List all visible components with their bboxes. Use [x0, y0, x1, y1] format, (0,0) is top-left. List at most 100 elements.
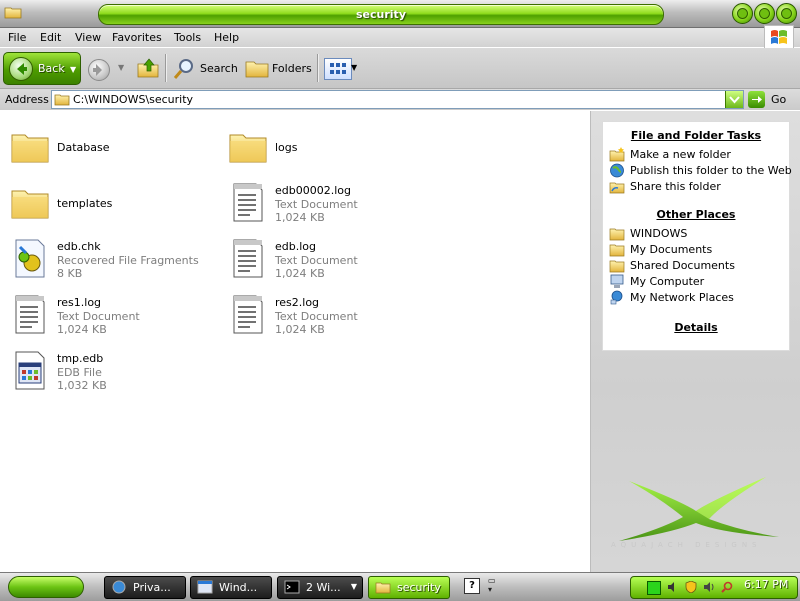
start-button[interactable]	[8, 576, 84, 598]
up-folder-icon[interactable]	[137, 57, 159, 79]
place-windows-link[interactable]: WINDOWS	[609, 226, 787, 242]
maximize-icon	[759, 8, 770, 19]
folders-icon[interactable]	[245, 58, 269, 78]
search-icon[interactable]	[721, 581, 733, 593]
menu-file[interactable]: File	[8, 31, 26, 44]
taskbar-button-windows[interactable]: Wind...	[190, 576, 272, 599]
taskbar: Priva... Wind... 2 Wi... ▼ security ? ▭ ▾	[0, 572, 800, 601]
text-document-icon	[15, 295, 45, 334]
file-name: templates	[57, 197, 113, 210]
list-item[interactable]: edb.log Text Document 1,024 KB	[220, 231, 430, 280]
folder-icon	[11, 134, 49, 163]
menu-help[interactable]: Help	[214, 31, 239, 44]
list-item[interactable]: logs	[220, 119, 430, 167]
text-document-icon	[233, 183, 263, 222]
chevron-down-icon[interactable]: ▼	[118, 63, 124, 72]
task-label: Make a new folder	[630, 148, 731, 161]
share-folder-link[interactable]: Share this folder	[609, 179, 787, 195]
file-type: Recovered File Fragments	[57, 254, 199, 267]
list-item[interactable]: Database	[2, 119, 212, 167]
menu-edit[interactable]: Edit	[40, 31, 61, 44]
forward-arrow-icon	[93, 64, 102, 76]
place-my-documents-link[interactable]: My Documents	[609, 242, 787, 258]
place-label: WINDOWS	[630, 227, 688, 240]
go-button[interactable]: Go	[771, 93, 786, 106]
recovered-fragments-icon	[15, 239, 45, 278]
list-item[interactable]: res1.log Text Document 1,024 KB	[2, 287, 212, 336]
brand-text: AQUAJACH DESIGNS	[611, 541, 762, 549]
chevron-down-icon: ▼	[350, 582, 357, 591]
search-button[interactable]: Search	[200, 62, 238, 75]
globe-icon	[610, 163, 624, 178]
address-bar: Address C:\WINDOWS\security Go	[0, 89, 800, 110]
file-size: 1,024 KB	[275, 267, 325, 280]
folder-icon	[609, 244, 625, 257]
share-folder-icon	[609, 182, 625, 194]
taskbar-button-privacy[interactable]: Priva...	[104, 576, 186, 599]
list-item[interactable]: tmp.edb EDB File 1,032 KB	[2, 343, 212, 392]
list-item[interactable]: edb.chk Recovered File Fragments 8 KB	[2, 231, 212, 280]
publish-folder-link[interactable]: Publish this folder to the Web	[609, 163, 792, 179]
taskbar-label: 2 Wi...	[306, 581, 341, 594]
browser-icon	[112, 580, 126, 594]
minimize-button[interactable]	[732, 3, 753, 24]
details-title[interactable]: Details	[603, 321, 789, 334]
search-icon[interactable]	[172, 57, 196, 81]
folder-icon[interactable]	[4, 5, 22, 19]
file-size: 1,032 KB	[57, 379, 107, 392]
title-bar[interactable]: security	[0, 0, 800, 28]
list-item[interactable]: templates	[2, 175, 212, 223]
go-arrow-icon[interactable]	[748, 91, 765, 108]
speaker-icon[interactable]	[703, 581, 715, 593]
maximize-button[interactable]	[754, 3, 775, 24]
place-my-computer-link[interactable]: My Computer	[609, 274, 787, 290]
place-label: My Network Places	[630, 291, 734, 304]
back-button[interactable]: Back ▼	[3, 52, 81, 85]
minimize-icon	[737, 8, 748, 19]
help-icon[interactable]: ?	[464, 578, 480, 594]
chevron-down-icon[interactable]: ▼	[351, 63, 357, 72]
chevron-down-icon[interactable]: ▼	[70, 65, 76, 74]
views-button[interactable]	[324, 58, 352, 80]
file-type: Text Document	[275, 198, 358, 211]
file-name: tmp.edb	[57, 352, 104, 365]
edb-file-icon	[15, 351, 45, 390]
file-folder-tasks-title[interactable]: File and Folder Tasks	[603, 129, 789, 142]
menu-tools[interactable]: Tools	[174, 31, 201, 44]
toolbar-separator	[317, 54, 319, 82]
menu-view[interactable]: View	[75, 31, 101, 44]
file-list[interactable]: Database logs templates edb00002.log Tex…	[0, 111, 590, 572]
taskbar-button-command-group[interactable]: 2 Wi... ▼	[277, 576, 363, 599]
place-shared-documents-link[interactable]: Shared Documents	[609, 258, 787, 274]
address-input[interactable]: C:\WINDOWS\security	[51, 90, 744, 109]
forward-button[interactable]	[88, 59, 110, 81]
text-document-icon	[233, 295, 263, 334]
network-icon	[610, 290, 623, 305]
place-my-network-places-link[interactable]: My Network Places	[609, 290, 787, 306]
security-shield-icon[interactable]	[685, 581, 697, 593]
restore-icon[interactable]: ▭ ▾	[488, 576, 500, 594]
list-item[interactable]: edb00002.log Text Document 1,024 KB	[220, 175, 430, 224]
network-status-icon[interactable]	[647, 581, 661, 595]
file-name: edb00002.log	[275, 184, 351, 197]
make-new-folder-link[interactable]: Make a new folder	[609, 147, 787, 163]
taskbar-button-security[interactable]: security	[368, 576, 450, 599]
file-name: edb.chk	[57, 240, 101, 253]
text-document-icon	[233, 239, 263, 278]
address-dropdown-button[interactable]	[725, 91, 743, 108]
task-panel: File and Folder Tasks Make a new folder …	[602, 121, 792, 351]
folders-button[interactable]: Folders	[272, 62, 312, 75]
taskbar-label: security	[397, 581, 441, 594]
file-name: logs	[275, 141, 298, 154]
file-type: Text Document	[275, 254, 358, 267]
views-icon	[330, 63, 346, 74]
close-button[interactable]	[776, 3, 797, 24]
other-places-title[interactable]: Other Places	[603, 208, 789, 221]
back-label: Back	[38, 62, 65, 75]
file-size: 8 KB	[57, 267, 83, 280]
menu-favorites[interactable]: Favorites	[112, 31, 162, 44]
file-type: Text Document	[57, 310, 140, 323]
list-item[interactable]: res2.log Text Document 1,024 KB	[220, 287, 430, 336]
volume-icon[interactable]	[667, 581, 679, 593]
task-pane: File and Folder Tasks Make a new folder …	[590, 111, 800, 572]
